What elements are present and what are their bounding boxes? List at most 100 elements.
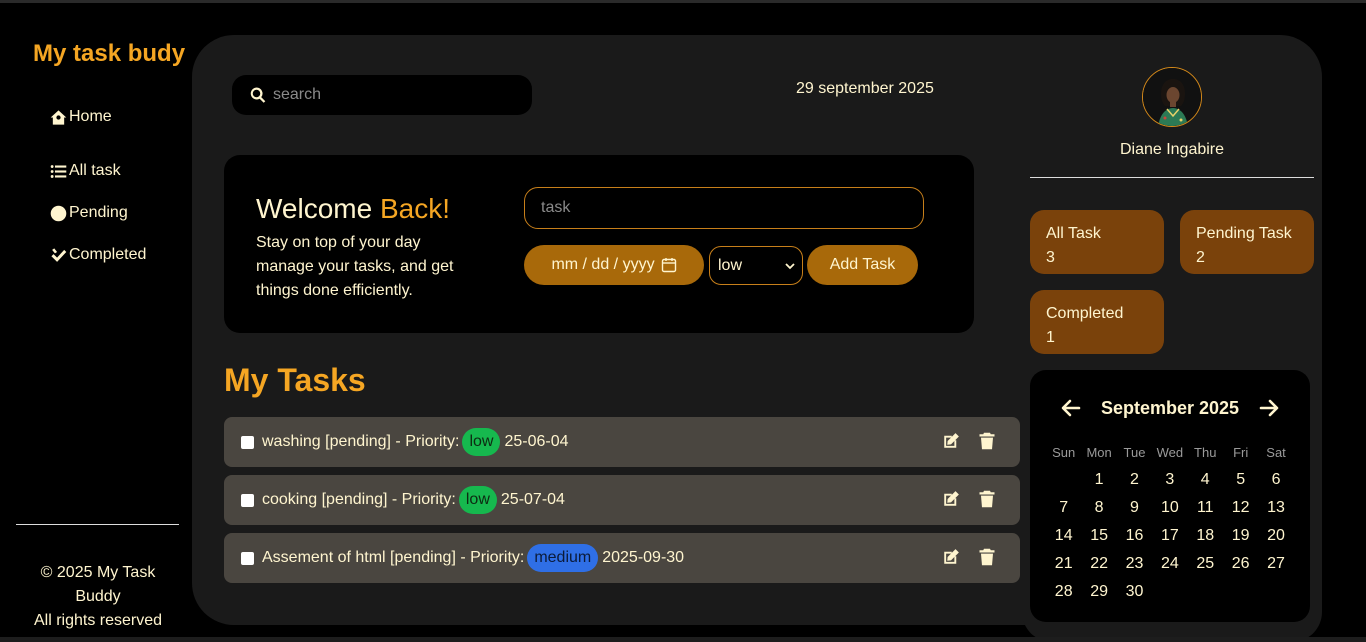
calendar-day[interactable]: 2: [1117, 466, 1152, 494]
calendar-icon[interactable]: [661, 257, 677, 273]
sidebar-item-completed[interactable]: Completed: [50, 246, 146, 264]
welcome-title: Welcome Back!: [256, 193, 450, 225]
search-bar[interactable]: [232, 75, 532, 115]
stat-count: 1: [1046, 329, 1055, 346]
stat-card-all-task[interactable]: All Task 3: [1030, 210, 1164, 274]
calendar-day[interactable]: 23: [1117, 550, 1152, 578]
date-placeholder: mm / dd / yyyy: [551, 256, 655, 273]
task-date: 2025-09-30: [602, 549, 685, 566]
calendar-day[interactable]: 13: [1258, 494, 1293, 522]
profile-name: Diane Ingabire: [1119, 141, 1225, 158]
sidebar-item-pending[interactable]: Pending: [50, 204, 128, 222]
calendar-day[interactable]: 8: [1081, 494, 1116, 522]
calendar-day[interactable]: 4: [1188, 466, 1223, 494]
next-month-button[interactable]: [1257, 396, 1281, 420]
calendar-weekday: Sun: [1052, 445, 1076, 460]
stat-label: Pending Task: [1196, 225, 1292, 242]
calendar-day[interactable]: 15: [1081, 522, 1116, 550]
trash-icon[interactable]: [978, 548, 996, 566]
trash-icon[interactable]: [978, 432, 996, 450]
calendar-day[interactable]: 25: [1188, 550, 1223, 578]
task-checkbox[interactable]: [241, 435, 254, 449]
task-checkbox[interactable]: [241, 551, 254, 565]
calendar-day[interactable]: 22: [1081, 550, 1116, 578]
search-input[interactable]: [273, 86, 513, 104]
avatar[interactable]: [1142, 67, 1202, 127]
calendar-day[interactable]: 1: [1081, 466, 1116, 494]
task-checkbox[interactable]: [241, 493, 254, 507]
calendar-day[interactable]: 11: [1188, 494, 1223, 522]
calendar-weekday: Thu: [1194, 445, 1217, 460]
sidebar-item-home[interactable]: Home: [50, 108, 112, 126]
welcome-text: Stay on top of your day manage your task…: [256, 234, 454, 299]
calendar-day[interactable]: 16: [1117, 522, 1152, 550]
task-input[interactable]: [524, 187, 924, 229]
calendar-day[interactable]: 7: [1046, 494, 1081, 522]
calendar-day[interactable]: 17: [1152, 522, 1187, 550]
my-tasks-heading: My Tasks: [224, 362, 366, 398]
calendar-weekday: Mon: [1086, 445, 1112, 460]
calendar-day[interactable]: 9: [1117, 494, 1152, 522]
add-task-button[interactable]: Add Task: [807, 245, 918, 285]
footer-rights: All rights reserved: [33, 612, 163, 629]
calendar-grid: Sun Mon Tue Wed Thu Fri Sat 1 2 3 4 5 6 7 8 9 10 11 12 13 14…: [1046, 444, 1294, 606]
task-text: washing [pending] - Priority:: [262, 433, 460, 450]
calendar-weekday: Fri: [1233, 445, 1249, 460]
home-icon: [50, 109, 67, 125]
sidebar-item-label: Completed: [69, 246, 147, 263]
task-actions: [942, 432, 996, 450]
stat-label: Completed: [1046, 305, 1124, 322]
stat-card-pending-task[interactable]: Pending Task 2: [1180, 210, 1314, 274]
calendar-day[interactable]: 3: [1152, 466, 1187, 494]
calendar-day[interactable]: 12: [1223, 494, 1258, 522]
edit-icon[interactable]: [942, 490, 960, 508]
edit-icon[interactable]: [942, 548, 960, 566]
stat-card-completed[interactable]: Completed 1: [1030, 290, 1164, 354]
stat-count: 2: [1196, 249, 1205, 266]
priority-selected-value: low: [718, 256, 743, 274]
task-row: Assement of html [pending] - Priority: m…: [224, 533, 1020, 583]
sidebar-divider: [16, 524, 179, 525]
user-photo-icon: [1143, 68, 1201, 126]
footer-copyright: © 2025 My Task Buddy: [40, 564, 156, 605]
sidebar-item-label: Home: [69, 108, 112, 125]
check-icon: [51, 247, 67, 262]
calendar-day[interactable]: 10: [1152, 494, 1187, 522]
due-date-input[interactable]: mm / dd / yyyy: [524, 245, 704, 285]
task-date: 25-07-04: [500, 491, 565, 508]
current-date: 29 september 2025: [796, 80, 934, 97]
calendar-day[interactable]: 20: [1258, 522, 1293, 550]
priority-badge: medium: [527, 544, 599, 572]
edit-icon[interactable]: [942, 432, 960, 450]
sidebar-item-all-task[interactable]: All task: [50, 162, 121, 180]
calendar-day[interactable]: 14: [1046, 522, 1081, 550]
calendar-day[interactable]: 5: [1223, 466, 1258, 494]
calendar-day[interactable]: 19: [1223, 522, 1258, 550]
calendar-day[interactable]: 24: [1152, 550, 1187, 578]
calendar-header: September 2025: [1030, 396, 1310, 420]
task-date: 25-06-04: [504, 433, 569, 450]
priority-select[interactable]: low: [709, 246, 803, 285]
clock-icon: [50, 205, 67, 221]
welcome-title-accent: Back!: [379, 193, 450, 224]
sidebar-item-label: All task: [69, 162, 121, 179]
calendar-day[interactable]: 30: [1117, 578, 1152, 606]
task-actions: [942, 548, 996, 566]
calendar-day[interactable]: 21: [1046, 550, 1081, 578]
calendar-day[interactable]: 27: [1258, 550, 1293, 578]
window-top-border: [0, 0, 1366, 3]
search-icon: [250, 87, 266, 103]
calendar-day[interactable]: 6: [1258, 466, 1293, 494]
calendar-day[interactable]: 18: [1188, 522, 1223, 550]
welcome-card: Welcome Back! Stay on top of your day ma…: [224, 155, 974, 333]
brand-logo-text: My task budy: [33, 40, 186, 67]
task-row: cooking [pending] - Priority: low 25-07-…: [224, 475, 1020, 525]
priority-badge: low: [458, 486, 497, 514]
calendar-weekday: Tue: [1123, 445, 1146, 460]
calendar-day[interactable]: 26: [1223, 550, 1258, 578]
calendar-day[interactable]: 29: [1081, 578, 1116, 606]
task-text: Assement of html [pending] - Priority:: [262, 549, 525, 566]
calendar-day[interactable]: 28: [1046, 578, 1081, 606]
trash-icon[interactable]: [978, 490, 996, 508]
chevron-down-icon: [785, 262, 795, 269]
